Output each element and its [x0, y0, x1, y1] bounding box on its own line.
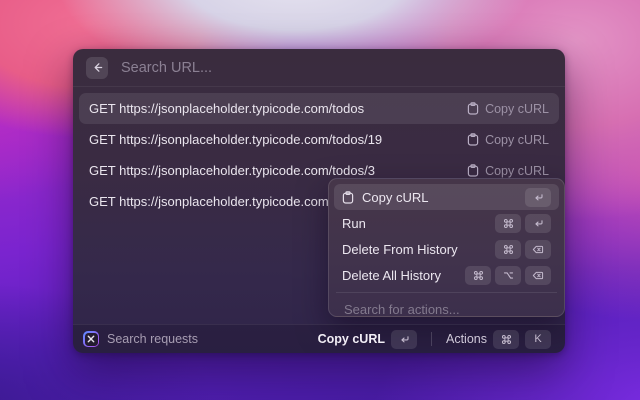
- menu-divider: [336, 292, 557, 293]
- extension-icon: [83, 331, 99, 347]
- actions-menu: Copy cURL Run D: [328, 178, 565, 317]
- primary-action-label: Copy cURL: [318, 332, 385, 346]
- footer-bar: Search requests Copy cURL Actions K: [73, 324, 565, 353]
- request-row[interactable]: GET https://jsonplaceholder.typicode.com…: [79, 93, 559, 124]
- command-key-icon: [465, 266, 491, 285]
- row-accessory-label: Copy cURL: [485, 102, 549, 116]
- extension-name: Search requests: [107, 332, 306, 346]
- row-accessory: Copy cURL: [467, 133, 549, 147]
- backspace-key-icon: [525, 266, 551, 285]
- left-arrow-icon: [92, 62, 103, 73]
- action-label: Delete All History: [342, 268, 457, 283]
- primary-action-button[interactable]: Copy cURL: [314, 328, 421, 351]
- search-header: [73, 49, 565, 87]
- actions-button[interactable]: Actions K: [442, 328, 555, 351]
- action-item-run[interactable]: Run: [334, 210, 559, 236]
- row-accessory-label: Copy cURL: [485, 164, 549, 178]
- action-label: Delete From History: [342, 242, 487, 257]
- actions-button-label: Actions: [446, 332, 487, 346]
- action-item-delete-from-history[interactable]: Delete From History: [334, 236, 559, 262]
- actions-search: [334, 297, 559, 321]
- action-label: Run: [342, 216, 487, 231]
- row-accessory-label: Copy cURL: [485, 133, 549, 147]
- clipboard-icon: [342, 191, 354, 204]
- request-url: GET https://jsonplaceholder.typicode.com…: [89, 101, 364, 116]
- command-key-icon: [495, 240, 521, 259]
- row-accessory: Copy cURL: [467, 164, 549, 178]
- return-key-icon: [525, 188, 551, 207]
- backspace-key-icon: [525, 240, 551, 259]
- command-key-icon: [493, 330, 519, 349]
- x-glyph-icon: [87, 335, 95, 343]
- request-row[interactable]: GET https://jsonplaceholder.typicode.com…: [79, 124, 559, 155]
- back-button[interactable]: [86, 57, 108, 79]
- actions-search-input[interactable]: [342, 301, 551, 318]
- action-item-delete-all-history[interactable]: Delete All History: [334, 262, 559, 288]
- return-key-icon: [525, 214, 551, 233]
- search-input[interactable]: [119, 59, 552, 77]
- row-accessory: Copy cURL: [467, 102, 549, 116]
- return-key-icon: [391, 330, 417, 349]
- action-item-copy-curl[interactable]: Copy cURL: [334, 184, 559, 210]
- action-label: Copy cURL: [362, 190, 517, 205]
- request-url: GET https://jsonplaceholder.typicode.com…: [89, 163, 375, 178]
- clipboard-icon: [467, 102, 479, 115]
- request-url: GET https://jsonplaceholder.typicode.com…: [89, 132, 382, 147]
- option-key-icon: [495, 266, 521, 285]
- footer-divider: [431, 332, 432, 346]
- desktop-wallpaper: GET https://jsonplaceholder.typicode.com…: [0, 0, 640, 400]
- command-key-icon: [495, 214, 521, 233]
- launcher-window: GET https://jsonplaceholder.typicode.com…: [73, 49, 565, 353]
- k-key: K: [525, 330, 551, 349]
- clipboard-icon: [467, 164, 479, 177]
- clipboard-icon: [467, 133, 479, 146]
